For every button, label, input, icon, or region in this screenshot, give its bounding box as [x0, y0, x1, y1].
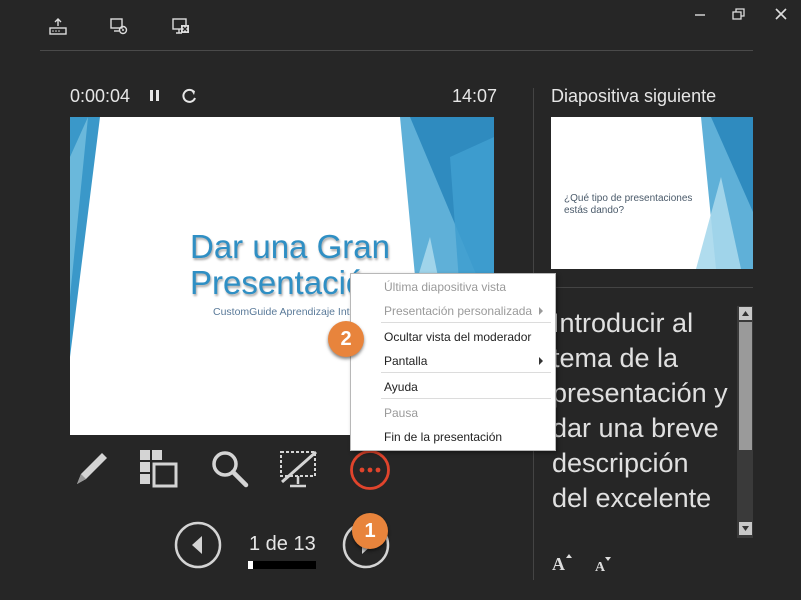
elapsed-timer: 0:00:04 [70, 86, 131, 106]
slide-counter[interactable]: 1 de 13 [249, 533, 316, 556]
pause-timer-button[interactable] [146, 86, 164, 106]
end-show-icon[interactable] [170, 16, 194, 38]
menu-separator [381, 372, 551, 373]
restart-timer-button[interactable] [180, 86, 200, 106]
display-settings-icon[interactable] [108, 16, 132, 38]
submenu-arrow-icon [539, 357, 543, 365]
callout-step-1: 1 [352, 513, 388, 549]
decrease-font-icon[interactable]: A [594, 555, 612, 575]
previous-slide-button[interactable] [173, 520, 223, 570]
scroll-thumb[interactable] [739, 322, 752, 450]
svg-text:A: A [552, 554, 565, 572]
next-slide-text: ¿Qué tipo de presentaciones estás dando? [564, 193, 693, 216]
menu-separator [381, 398, 551, 399]
menu-separator [381, 322, 551, 323]
menu-item-help[interactable]: Ayuda [384, 380, 418, 394]
pen-tool-icon[interactable] [69, 448, 111, 490]
svg-text:A: A [595, 560, 606, 573]
taskbar-icon[interactable] [48, 16, 72, 38]
top-divider [40, 50, 753, 51]
restore-button[interactable] [728, 4, 748, 24]
notes-divider [551, 287, 753, 288]
menu-item-pause[interactable]: Pausa [384, 406, 418, 420]
menu-item-screen[interactable]: Pantalla [384, 354, 427, 368]
speaker-notes[interactable]: Introducir al tema de la presentación y … [552, 306, 732, 542]
callout-step-2: 2 [328, 321, 364, 357]
see-all-slides-icon[interactable] [138, 448, 180, 490]
submenu-arrow-icon [539, 307, 543, 315]
menu-item-hide-presenter-view[interactable]: Ocultar vista del moderador [384, 330, 531, 344]
slide-progress-fill [248, 561, 254, 569]
more-options-menu: Última diapositiva vista Presentación pe… [350, 273, 556, 451]
scroll-up-button[interactable] [739, 307, 752, 320]
menu-item-end-show[interactable]: Fin de la presentación [384, 430, 502, 444]
slide-progress-bar [248, 561, 316, 569]
increase-font-icon[interactable]: A [551, 552, 573, 574]
black-screen-icon[interactable] [278, 448, 320, 490]
next-slide-preview[interactable]: ¿Qué tipo de presentaciones estás dando? [551, 117, 753, 269]
clock: 14:07 [452, 86, 498, 106]
next-slide-label: Diapositiva siguiente [551, 86, 717, 106]
more-options-icon[interactable] [349, 449, 391, 491]
close-button[interactable] [771, 4, 791, 24]
menu-item-last-viewed[interactable]: Última diapositiva vista [384, 280, 506, 294]
zoom-icon[interactable] [209, 448, 251, 490]
menu-item-custom-show[interactable]: Presentación personalizada [384, 304, 532, 318]
scroll-down-button[interactable] [739, 522, 752, 535]
minimize-button[interactable] [690, 4, 710, 24]
